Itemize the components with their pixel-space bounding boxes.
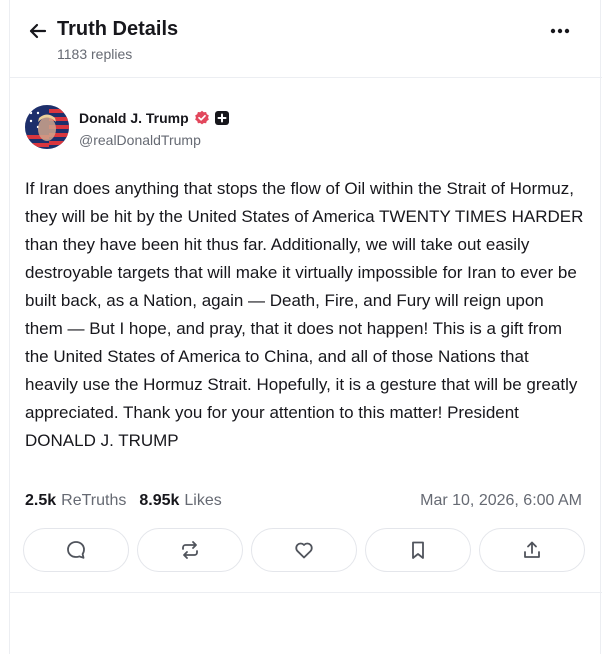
verified-badge-icon (194, 110, 210, 126)
page-frame: Truth Details 1183 replies Donald J. Tru… (9, 0, 602, 654)
author-avatar[interactable] (25, 105, 69, 149)
retruth-icon (179, 539, 201, 561)
author-display-name[interactable]: Donald J. Trump (79, 110, 189, 126)
arrow-left-icon (28, 21, 48, 41)
author-name-row: Donald J. Trump (79, 110, 229, 126)
reply-icon (65, 539, 87, 561)
bookmark-button[interactable] (365, 528, 471, 572)
heart-icon (293, 539, 315, 561)
plus-badge-icon (214, 111, 229, 125)
like-button[interactable] (251, 528, 357, 572)
bookmark-icon (407, 539, 429, 561)
author-handle[interactable]: @realDonaldTrump (79, 132, 201, 148)
retruths-count[interactable]: 2.5k (25, 492, 56, 510)
likes-count[interactable]: 8.95k (139, 492, 179, 510)
post-text: If Iran does anything that stops the flo… (25, 179, 584, 450)
page-title: Truth Details (57, 18, 179, 40)
share-button[interactable] (479, 528, 585, 572)
more-options-button[interactable] (544, 20, 576, 42)
replies-count: 1183 replies (57, 46, 133, 62)
reply-button[interactable] (23, 528, 129, 572)
section-divider (10, 592, 602, 593)
retruths-label[interactable]: ReTruths (61, 492, 126, 510)
post-stats: 2.5k ReTruths 8.95k Likes (25, 492, 222, 510)
more-horizontal-icon (550, 28, 570, 34)
retruth-button[interactable] (137, 528, 243, 572)
back-button[interactable] (27, 20, 49, 42)
post-timestamp: Mar 10, 2026, 6:00 AM (420, 492, 582, 509)
page-header: Truth Details 1183 replies (10, 0, 602, 78)
likes-label[interactable]: Likes (184, 492, 221, 510)
share-icon (521, 539, 543, 561)
